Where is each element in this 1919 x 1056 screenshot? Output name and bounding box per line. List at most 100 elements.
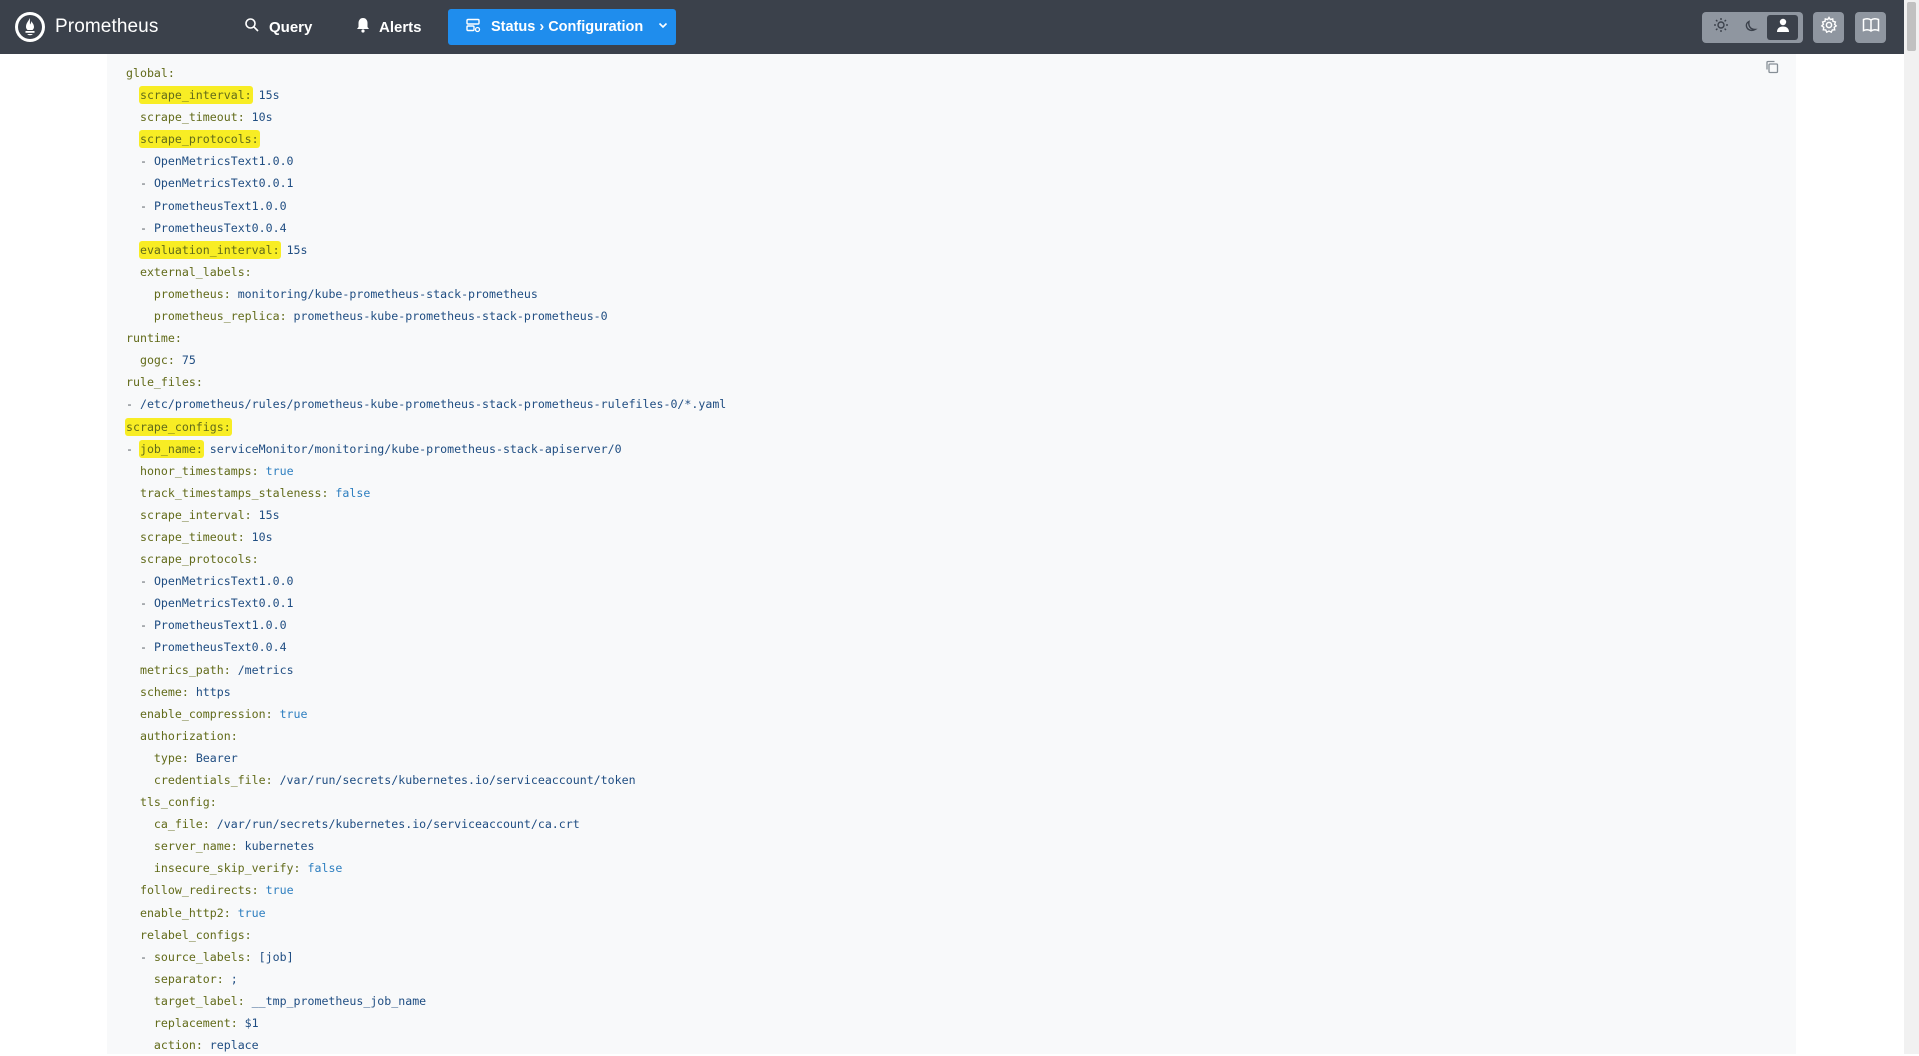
yaml-colon: : <box>293 861 301 876</box>
yaml-value: 15s <box>286 242 308 257</box>
nav-query[interactable]: Query <box>244 13 312 41</box>
yaml-value: __tmp_prometheus_job_name <box>251 993 427 1008</box>
yaml-colon: : <box>223 662 231 677</box>
nav-alerts[interactable]: Alerts <box>356 13 422 41</box>
yaml-colon: : <box>244 264 252 279</box>
yaml-dash: - <box>139 176 154 191</box>
config-line: - OpenMetricsText1.0.0 <box>126 570 726 592</box>
config-line: external_labels: <box>126 261 726 283</box>
config-line: scrape_protocols: <box>126 128 726 150</box>
theme-auto-button[interactable] <box>1767 15 1798 40</box>
yaml-colon: : <box>230 728 238 743</box>
yaml-colon: : <box>167 353 175 368</box>
yaml-value: false <box>335 485 371 500</box>
yaml-key: relabel_configs <box>139 927 245 942</box>
theme-toggle-group <box>1702 12 1803 43</box>
config-line: - job_name: serviceMonitor/monitoring/ku… <box>126 438 726 460</box>
yaml-colon: : <box>237 529 245 544</box>
yaml-key: ca_file <box>153 817 203 832</box>
docs-button[interactable] <box>1855 12 1886 43</box>
copy-button[interactable] <box>1763 60 1781 78</box>
yaml-key: honor_timestamps <box>139 463 252 478</box>
yaml-colon: : <box>244 949 252 964</box>
theme-light-button[interactable] <box>1705 15 1736 40</box>
yaml-value: 10s <box>251 110 273 125</box>
brand-link[interactable]: Prometheus <box>15 12 158 42</box>
yaml-key: source_labels <box>153 949 245 964</box>
yaml-dash: - <box>139 198 154 213</box>
yaml-list-value: PrometheusText1.0.0 <box>153 198 287 213</box>
yaml-list-value: PrometheusText0.0.4 <box>153 640 287 655</box>
config-line: prometheus_replica: prometheus-kube-prom… <box>126 305 726 327</box>
settings-button[interactable] <box>1813 12 1844 43</box>
yaml-value: https <box>195 684 231 699</box>
yaml-colon: : <box>202 817 210 832</box>
yaml-value: prometheus-kube-prometheus-stack-prometh… <box>293 309 608 324</box>
yaml-key: target_label <box>153 993 238 1008</box>
config-line: - PrometheusText0.0.4 <box>126 636 726 658</box>
config-line: scrape_interval: 15s <box>126 84 726 106</box>
yaml-key: enable_compression <box>139 706 266 721</box>
yaml-key: gogc <box>139 353 168 368</box>
config-line: - /etc/prometheus/rules/prometheus-kube-… <box>126 393 726 415</box>
yaml-value: serviceMonitor/monitoring/kube-prometheu… <box>209 441 622 456</box>
yaml-key: prometheus <box>153 286 224 301</box>
yaml-key: runtime <box>126 331 175 346</box>
nav-query-label: Query <box>269 18 313 36</box>
yaml-colon: : <box>237 993 245 1008</box>
yaml-value: /var/run/secrets/kubernetes.io/serviceac… <box>279 773 636 787</box>
config-line: replacement: $1 <box>126 1012 726 1034</box>
yaml-key: prometheus_replica <box>153 309 280 324</box>
highlighted-key: scrape_configs: <box>125 417 232 436</box>
yaml-colon: : <box>251 883 259 898</box>
yaml-colon: : <box>181 750 189 765</box>
yaml-key: credentials_file <box>153 773 266 787</box>
config-line: server_name: kubernetes <box>126 835 726 857</box>
yaml-colon: : <box>244 927 252 942</box>
yaml-value: true <box>265 463 294 478</box>
yaml-colon: : <box>251 552 259 567</box>
config-line: - source_labels: [job] <box>126 946 726 968</box>
page-scrollbar[interactable] <box>1904 0 1919 1054</box>
yaml-key: metrics_path <box>139 662 224 677</box>
top-navbar: Prometheus Query Alerts Status › Configu… <box>0 0 1919 54</box>
config-line: action: replace <box>126 1034 726 1056</box>
yaml-value: ; <box>230 971 238 986</box>
yaml-list-value: OpenMetricsText0.0.1 <box>153 176 294 191</box>
yaml-value: $1 <box>244 1016 259 1031</box>
yaml-colon: : <box>216 971 224 986</box>
yaml-value: 10s <box>251 529 273 544</box>
config-line: evaluation_interval: 15s <box>126 239 726 261</box>
theme-dark-button[interactable] <box>1736 15 1767 40</box>
yaml-key: server_name <box>153 839 231 854</box>
yaml-colon: : <box>195 375 203 390</box>
yaml-value: true <box>265 883 294 898</box>
yaml-colon: : <box>230 1016 238 1031</box>
yaml-value: 15s <box>258 507 280 522</box>
highlighted-key: scrape_protocols: <box>138 130 260 149</box>
prometheus-logo-icon <box>15 12 45 42</box>
config-line: - OpenMetricsText1.0.0 <box>126 150 726 172</box>
config-line: separator: ; <box>126 968 726 990</box>
bell-icon <box>356 17 370 37</box>
search-icon <box>244 17 260 37</box>
config-line: enable_http2: true <box>126 902 726 924</box>
yaml-key: separator <box>153 971 217 986</box>
config-line: scrape_timeout: 10s <box>126 106 726 128</box>
user-icon <box>1776 17 1790 38</box>
yaml-key: replacement <box>153 1016 231 1031</box>
yaml-key: enable_http2 <box>139 905 224 920</box>
config-line: scrape_protocols: <box>126 548 726 570</box>
scrollbar-thumb[interactable] <box>1907 2 1916 51</box>
yaml-dash: - <box>126 397 140 412</box>
yaml-colon: : <box>174 331 182 346</box>
status-menu-button[interactable]: Status › Configuration <box>448 9 676 45</box>
chevron-down-icon <box>657 19 669 35</box>
yaml-list-value: OpenMetricsText1.0.0 <box>153 574 294 589</box>
yaml-dash: - <box>139 949 154 964</box>
yaml-value: true <box>279 706 308 721</box>
yaml-key: tls_config <box>139 795 210 810</box>
yaml-dash: - <box>126 441 140 456</box>
yaml-colon: : <box>195 1038 203 1053</box>
config-line: track_timestamps_staleness: false <box>126 482 726 504</box>
